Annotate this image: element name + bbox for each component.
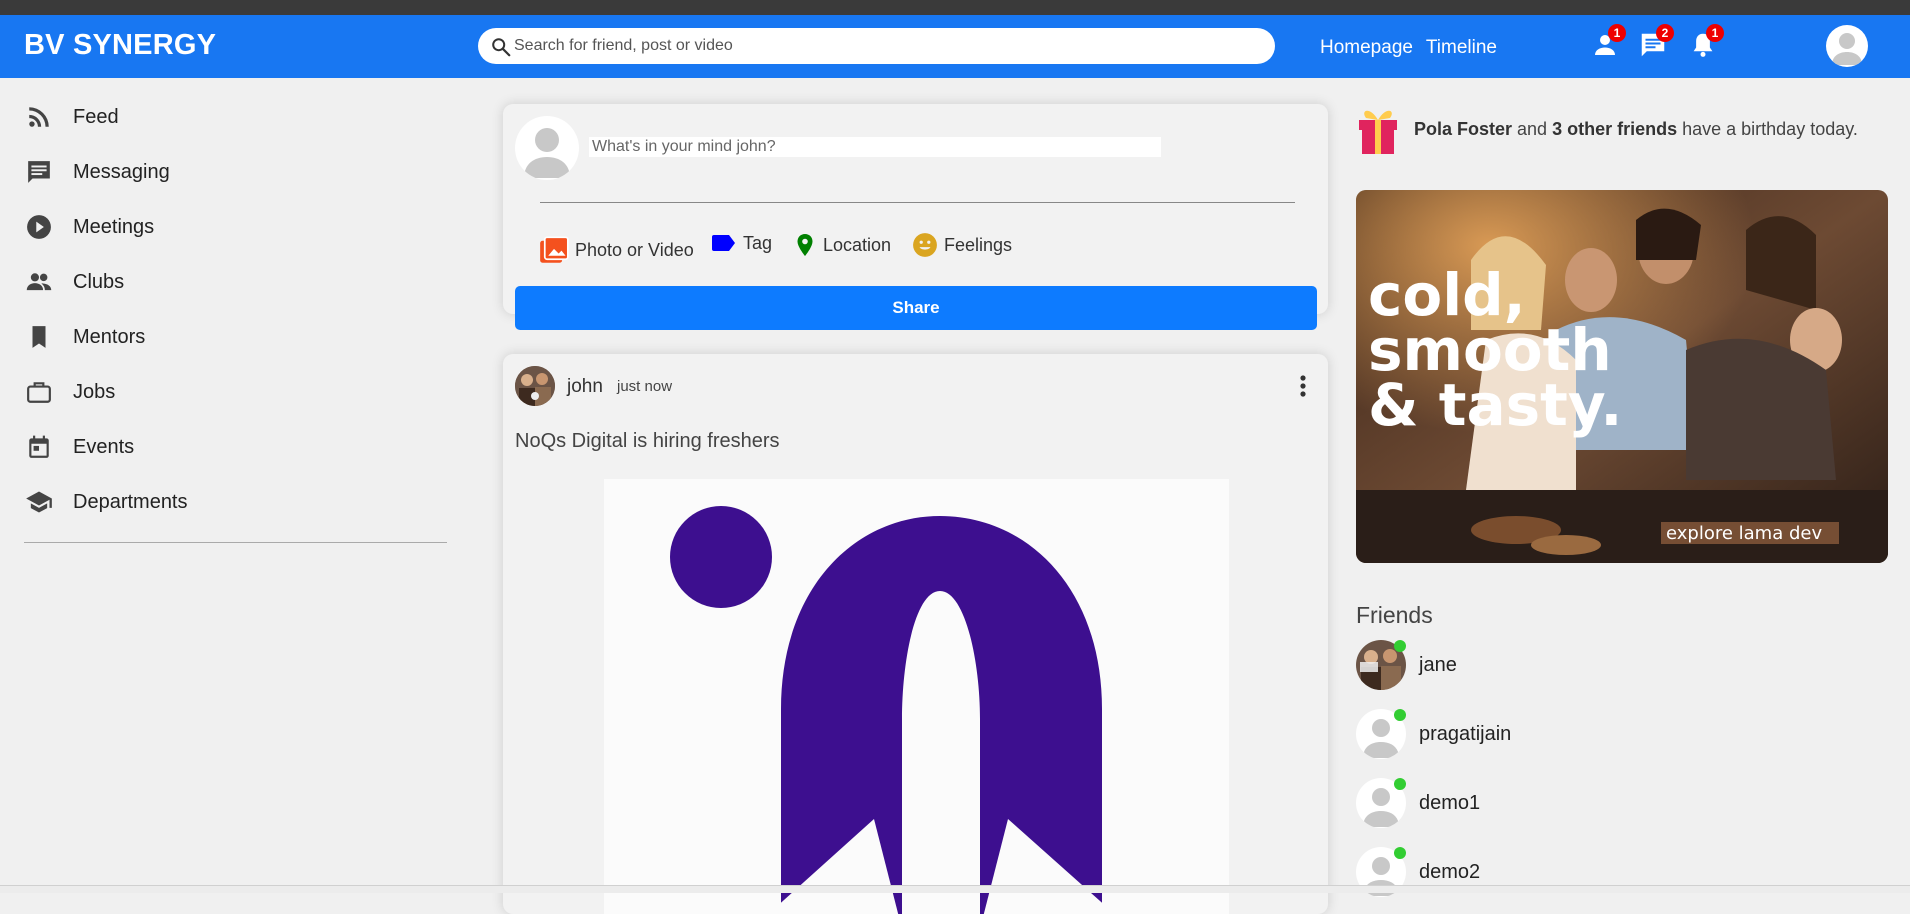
birthday-connector: and [1512,118,1553,139]
chat-icon [24,157,54,187]
post-card: john just now NoQs Digital is hiring fre… [503,354,1328,914]
share-avatar [515,116,579,180]
sidebar-item-label: Departments [73,490,188,513]
online-status-dot [1394,709,1406,721]
advertisement-banner[interactable]: cold, smooth & tasty. explore lama dev [1356,190,1888,563]
friend-requests-button[interactable]: 1 [1590,24,1626,60]
default-avatar-icon [1832,33,1862,65]
share-divider [540,202,1295,203]
sidebar-item-label: Meetings [73,215,155,238]
rss-icon [24,102,54,132]
share-option-label: Tag [743,232,773,253]
post-more-button[interactable] [1293,372,1313,400]
sidebar-item-mentors[interactable]: Mentors [24,322,145,352]
birthday-suffix: have a birthday today. [1677,118,1858,139]
friend-item[interactable]: demo1 [1356,778,1480,828]
post-text: NoQs Digital is hiring freshers [515,430,780,452]
profile-avatar[interactable] [1826,25,1868,67]
share-option-location[interactable]: Location [793,232,891,258]
ad-footer: explore lama dev [1666,523,1822,544]
nav-timeline-link[interactable]: Timeline [1426,37,1497,58]
ad-headline-3: & tasty. [1368,371,1622,439]
friend-item[interactable]: pragatijain [1356,709,1511,759]
sidebar-item-label: Events [73,435,135,458]
calendar-icon [24,432,54,462]
emoji-icon [913,233,937,257]
search-input[interactable] [514,30,1254,62]
friend-avatar [1356,709,1406,759]
sidebar-item-departments[interactable]: Departments [24,487,188,517]
browser-top-strip [0,0,1910,15]
share-input[interactable] [589,137,1161,157]
friend-name: demo1 [1419,791,1481,814]
sidebar-item-clubs[interactable]: Clubs [24,267,124,297]
nav-homepage-link[interactable]: Homepage [1320,37,1413,58]
logo[interactable]: BV SYNERGY [24,29,216,62]
share-option-label: Feelings [944,234,1013,255]
sidebar-divider [24,542,447,543]
share-option-label: Location [823,234,892,255]
bookmark-icon [24,322,54,352]
messages-button[interactable]: 2 [1638,24,1674,60]
label-icon [712,235,735,251]
friend-name: jane [1419,653,1457,676]
notifications-button[interactable]: 1 [1688,24,1724,60]
friend-avatar [1356,778,1406,828]
sidebar-item-meetings[interactable]: Meetings [24,212,154,242]
friend-name: demo2 [1419,860,1481,883]
group-icon [24,267,54,297]
noqs-logo [670,506,1109,914]
briefcase-icon [24,377,54,407]
sidebar-item-label: Clubs [73,270,125,293]
sidebar-item-label: Mentors [73,325,146,348]
sidebar-item-jobs[interactable]: Jobs [24,377,115,407]
birthday-others[interactable]: 3 other friends [1552,119,1677,139]
online-status-dot [1394,778,1406,790]
share-option-tag[interactable]: Tag [711,232,772,254]
share-button[interactable]: Share [515,286,1317,330]
friend-requests-badge: 1 [1608,24,1626,42]
birthday-notice: Pola Foster and 3 other friends have a b… [1356,104,1858,154]
online-status-dot [1394,847,1406,859]
gift-icon [1359,110,1397,154]
share-option-feelings[interactable]: Feelings [912,232,1012,258]
sidebar-item-feed[interactable]: Feed [24,102,119,132]
friend-avatar [1356,640,1406,690]
play-circle-icon [24,212,54,242]
top-navbar: BV SYNERGY Homepage Timeline 1 2 1 [0,15,1910,78]
nav-links: Homepage Timeline [1320,37,1505,59]
sidebar-item-events[interactable]: Events [24,432,134,462]
photo-library-icon [540,236,569,263]
online-status-dot [1394,640,1406,652]
location-pin-icon [797,234,813,256]
sidebar-item-label: Jobs [73,380,116,403]
share-box: Photo or Video Tag Location Feelings Sha… [503,104,1328,330]
friend-item[interactable]: jane [1356,640,1457,690]
notifications-badge: 1 [1706,24,1724,42]
friends-title: Friends [1356,602,1433,628]
user-photo [515,366,555,406]
sidebar-item-messaging[interactable]: Messaging [24,157,170,187]
post-avatar[interactable] [515,366,555,406]
birthday-text: Pola Foster and 3 other friends have a b… [1414,119,1858,140]
school-icon [24,487,54,517]
ad-image: cold, smooth & tasty. explore lama dev [1356,190,1888,563]
messages-badge: 2 [1656,24,1674,42]
post-username[interactable]: john [567,376,603,398]
birthday-name[interactable]: Pola Foster [1414,119,1512,139]
sidebar-item-label: Feed [73,105,119,128]
search-bar[interactable] [478,28,1275,64]
post-timestamp: just now [617,378,673,395]
share-option-photo[interactable]: Photo or Video [539,236,694,264]
post-image[interactable] [604,479,1229,914]
browser-bottom-strip [0,885,1910,893]
friend-name: pragatijain [1419,722,1512,745]
share-option-label: Photo or Video [575,239,694,260]
default-avatar-icon [524,128,570,178]
search-icon [492,38,511,57]
sidebar-item-label: Messaging [73,160,170,183]
more-vert-icon [1300,375,1306,397]
